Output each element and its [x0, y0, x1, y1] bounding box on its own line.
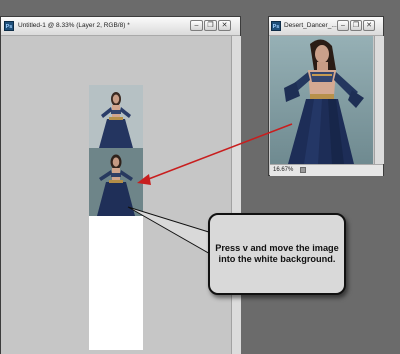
zoom-level[interactable]: 16.67%: [273, 165, 293, 176]
main-window-titlebar[interactable]: Ps Untitled-1 @ 8.33% (Layer 2, RGB/8) *…: [1, 17, 240, 36]
close-button[interactable]: ✕: [218, 20, 231, 31]
dancer-photo-full: [270, 36, 373, 164]
desert-status-bar: 16.67%: [270, 164, 383, 176]
document-canvas[interactable]: [89, 85, 143, 350]
desert-window-titlebar[interactable]: Ps Desert_Dancer_... – ❐ ✕: [269, 17, 383, 36]
white-background-area: [89, 216, 143, 350]
vertical-scrollbar[interactable]: [231, 36, 241, 354]
desert-canvas[interactable]: [270, 36, 373, 164]
status-menu-icon[interactable]: [300, 167, 306, 173]
dancer-photo-layer-2[interactable]: [89, 148, 143, 216]
instruction-callout: Press v and move the image into the whit…: [208, 213, 346, 295]
restore-button[interactable]: ❐: [350, 20, 362, 31]
photoshop-icon: Ps: [4, 21, 14, 31]
minimize-button[interactable]: –: [337, 20, 349, 31]
desert-dancer-window: Ps Desert_Dancer_... – ❐ ✕ 16.67%: [268, 16, 384, 176]
callout-text: Press v and move the image into the whit…: [215, 242, 339, 265]
photoshop-icon: Ps: [271, 21, 281, 31]
dancer-photo-layer-1: [89, 85, 143, 148]
minimize-button[interactable]: –: [190, 20, 203, 31]
desert-vertical-scrollbar[interactable]: [374, 36, 384, 164]
close-button[interactable]: ✕: [363, 20, 375, 31]
canvas-layers: [89, 85, 143, 350]
desert-window-title: Desert_Dancer_...: [284, 22, 337, 29]
main-window-title: Untitled-1 @ 8.33% (Layer 2, RGB/8) *: [18, 22, 130, 29]
restore-button[interactable]: ❐: [204, 20, 217, 31]
